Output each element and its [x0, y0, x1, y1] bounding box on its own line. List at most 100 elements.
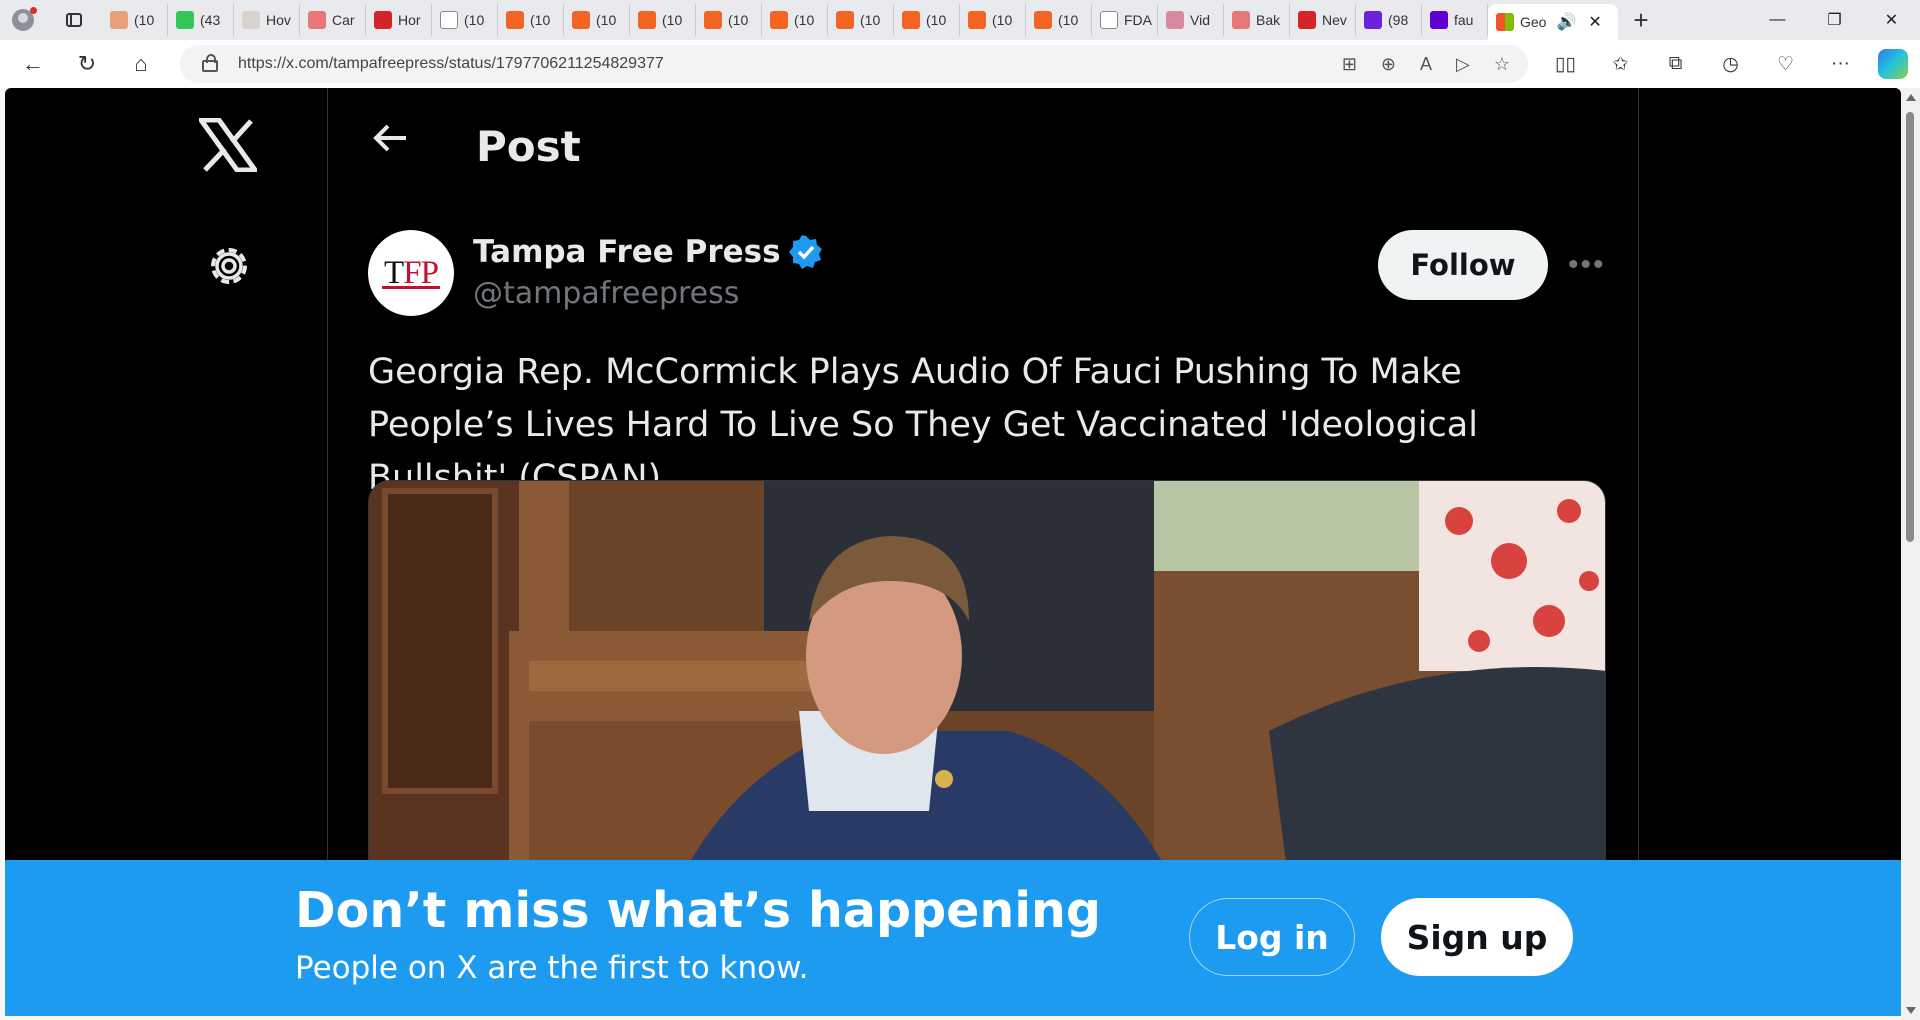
browser-tab[interactable]: (10	[828, 4, 894, 36]
minimize-button[interactable]: —	[1749, 0, 1806, 40]
tab-favicon-icon	[902, 11, 920, 29]
tab-favicon-icon	[308, 11, 326, 29]
browser-tab[interactable]: Vid	[1158, 4, 1224, 36]
address-bar[interactable]: https://x.com/tampafreepress/status/1797…	[180, 45, 1528, 83]
follow-button[interactable]: Follow	[1378, 230, 1548, 300]
browser-tab[interactable]: (10	[696, 4, 762, 36]
tab-actions-icon	[66, 13, 82, 27]
tab-label: (10	[530, 12, 551, 28]
browser-tab[interactable]: (10	[432, 4, 498, 36]
banner-headline: Don’t miss what’s happening	[295, 882, 1102, 939]
zoom-icon[interactable]: ⊕	[1381, 54, 1396, 75]
profile-button[interactable]	[0, 0, 46, 40]
tab-favicon-icon	[638, 11, 656, 29]
split-screen-icon[interactable]: ▯▯	[1538, 53, 1593, 76]
tab-favicon-icon	[506, 11, 524, 29]
browser-tab[interactable]: (10	[564, 4, 630, 36]
close-window-button[interactable]: ✕	[1863, 0, 1920, 40]
browser-tab[interactable]: Bak	[1224, 4, 1290, 36]
tab-favicon-icon	[110, 11, 128, 29]
browser-tab-strip: (10 (43 Hov Car Hor (10 (10 (10 (10 (10 (10 (10 (10 (…	[0, 0, 1920, 40]
browser-tab[interactable]: Car	[300, 4, 366, 36]
tab-label: Nev	[1322, 12, 1347, 28]
favorite-star-icon[interactable]: ☆	[1494, 54, 1510, 75]
tab-label: Hor	[398, 12, 421, 28]
tab-label: Geo	[1520, 14, 1547, 30]
scroll-up-arrow-icon[interactable]	[1906, 94, 1916, 101]
notification-dot	[30, 7, 37, 14]
speaker-icon[interactable]: 🔊	[1556, 12, 1576, 32]
tab-label: Car	[332, 12, 355, 28]
copilot-icon[interactable]	[1878, 49, 1908, 79]
author-display-name[interactable]: Tampa Free Press	[473, 234, 781, 270]
browser-tab[interactable]: (98	[1356, 4, 1422, 36]
address-bar-row: ← ↻ ⌂ https://x.com/tampafreepress/statu…	[0, 40, 1920, 88]
restore-button[interactable]: ❐	[1806, 0, 1863, 40]
tab-label: (10	[464, 12, 485, 28]
tab-label: Hov	[266, 12, 291, 28]
tab-label: (10	[992, 12, 1013, 28]
tab-favicon-icon	[1430, 11, 1448, 29]
refresh-button[interactable]: ↻	[60, 40, 114, 88]
browser-tab[interactable]: Hov	[234, 4, 300, 36]
browser-tab[interactable]: (10	[1026, 4, 1092, 36]
back-arrow-icon[interactable]	[370, 118, 410, 163]
tab-favicon-icon	[176, 11, 194, 29]
tab-favicon-icon	[1166, 11, 1184, 29]
browser-tab[interactable]: FDA	[1092, 4, 1158, 36]
author-avatar[interactable]: TFP	[368, 230, 454, 316]
browser-tab[interactable]: Nev	[1290, 4, 1356, 36]
tab-favicon-icon	[1232, 11, 1250, 29]
more-options-icon[interactable]: •••	[1568, 248, 1606, 282]
author-name[interactable]: Tampa Free Press	[473, 234, 823, 270]
browser-tab[interactable]: (43	[168, 4, 234, 36]
collections-icon[interactable]: ⧉	[1648, 53, 1703, 75]
new-tab-button[interactable]: +	[1618, 0, 1664, 40]
lock-icon[interactable]	[202, 54, 218, 72]
page-title: Post	[476, 122, 581, 171]
favorites-icon[interactable]: ✩	[1593, 53, 1648, 76]
tab-favicon-icon	[242, 11, 260, 29]
signup-button[interactable]: Sign up	[1381, 898, 1573, 976]
page-scrollbar[interactable]	[1901, 88, 1920, 1020]
close-tab-icon[interactable]: ✕	[1588, 12, 1601, 32]
tab-label: (98	[1388, 12, 1409, 28]
tab-list: (10 (43 Hov Car Hor (10 (10 (10 (10 (10 (10 (10 (10 (…	[102, 0, 1488, 40]
media-icon[interactable]: ▷	[1456, 54, 1470, 75]
url-text[interactable]: https://x.com/tampafreepress/status/1797…	[238, 55, 664, 73]
browser-tab[interactable]: (10	[498, 4, 564, 36]
login-button[interactable]: Log in	[1189, 898, 1355, 976]
tab-label: Bak	[1256, 12, 1281, 28]
tab-label: Vid	[1190, 12, 1210, 28]
x-logo-icon[interactable]	[196, 117, 260, 177]
browser-tab[interactable]: (10	[762, 4, 828, 36]
tab-label: (10	[596, 12, 617, 28]
browser-tab[interactable]: (10	[960, 4, 1026, 36]
browser-tab[interactable]: (10	[102, 4, 168, 36]
tab-label: (10	[860, 12, 881, 28]
tab-favicon-icon	[1298, 11, 1316, 29]
tab-label: (10	[926, 12, 947, 28]
history-icon[interactable]: ◷	[1703, 53, 1758, 76]
back-button[interactable]: ←	[6, 40, 60, 88]
browser-tab[interactable]: (10	[630, 4, 696, 36]
tab-label: (43	[200, 12, 221, 28]
tab-actions-button[interactable]	[46, 0, 102, 40]
read-aloud-icon[interactable]: A	[1420, 54, 1432, 75]
browser-essentials-icon[interactable]: ♡	[1758, 53, 1813, 76]
tab-favicon-icon	[440, 11, 458, 29]
author-handle[interactable]: @tampafreepress	[473, 276, 739, 311]
tab-active[interactable]: Geo 🔊 ✕	[1488, 4, 1618, 40]
browser-tab[interactable]: (10	[894, 4, 960, 36]
tab-label: (10	[728, 12, 749, 28]
scrollbar-thumb[interactable]	[1906, 112, 1914, 542]
browser-tab[interactable]: Hor	[366, 4, 432, 36]
tab-favicon-icon	[572, 11, 590, 29]
app-available-icon[interactable]: ⊞	[1342, 54, 1357, 75]
settings-gear-icon[interactable]	[203, 240, 255, 297]
home-button[interactable]: ⌂	[114, 40, 168, 88]
browser-tab[interactable]: fau	[1422, 4, 1488, 36]
page-viewport: Post TFP Tampa Free Press @tampafreepres…	[5, 88, 1901, 1016]
settings-more-icon[interactable]: ···	[1813, 53, 1868, 75]
scroll-down-arrow-icon[interactable]	[1906, 1007, 1916, 1014]
